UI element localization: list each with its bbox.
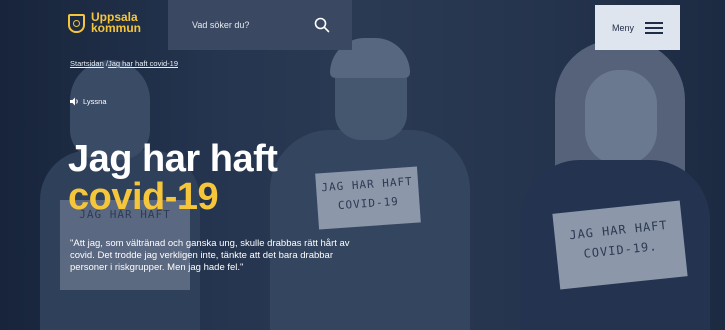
search-bar[interactable]: Vad söker du? bbox=[168, 0, 352, 50]
search-input[interactable]: Vad söker du? bbox=[192, 20, 249, 30]
sign-middle: JAG HAR HAFT COVID-19 bbox=[315, 166, 421, 230]
page-title-line1: Jag har haft bbox=[68, 138, 278, 180]
listen-label: Lyssna bbox=[83, 97, 107, 106]
page-title: Jag har haft covid-19 bbox=[68, 138, 278, 218]
speaker-icon bbox=[70, 97, 78, 106]
hamburger-icon bbox=[645, 22, 663, 34]
breadcrumb-home[interactable]: Startsidan bbox=[70, 59, 104, 68]
sign-right: JAG HAR HAFT COVID-19. bbox=[552, 200, 688, 290]
sign-middle-line1: JAG HAR HAFT bbox=[320, 174, 414, 195]
top-bar: Uppsala kommun Vad söker du? Meny bbox=[0, 0, 725, 50]
logo-link[interactable]: Uppsala kommun bbox=[68, 11, 142, 35]
uppsala-crest-icon bbox=[68, 13, 85, 33]
search-icon[interactable] bbox=[314, 17, 330, 33]
person-right-head bbox=[585, 70, 657, 165]
listen-button[interactable]: Lyssna bbox=[70, 97, 107, 106]
menu-label: Meny bbox=[612, 22, 635, 33]
hero-quote: "Att jag, som vältränad och ganska ung, … bbox=[70, 238, 350, 273]
logo-line2: kommun bbox=[91, 21, 142, 35]
page-title-line2: covid-19 bbox=[68, 176, 219, 218]
menu-button[interactable]: Meny bbox=[595, 5, 680, 50]
breadcrumb-current[interactable]: Jag har haft covid-19 bbox=[108, 59, 178, 68]
logo-text: Uppsala kommun bbox=[91, 11, 142, 35]
person-middle-body bbox=[270, 130, 470, 330]
breadcrumb: Startsidan /Jag har haft covid-19 bbox=[70, 59, 178, 68]
sign-middle-line2: COVID-19 bbox=[337, 194, 400, 213]
